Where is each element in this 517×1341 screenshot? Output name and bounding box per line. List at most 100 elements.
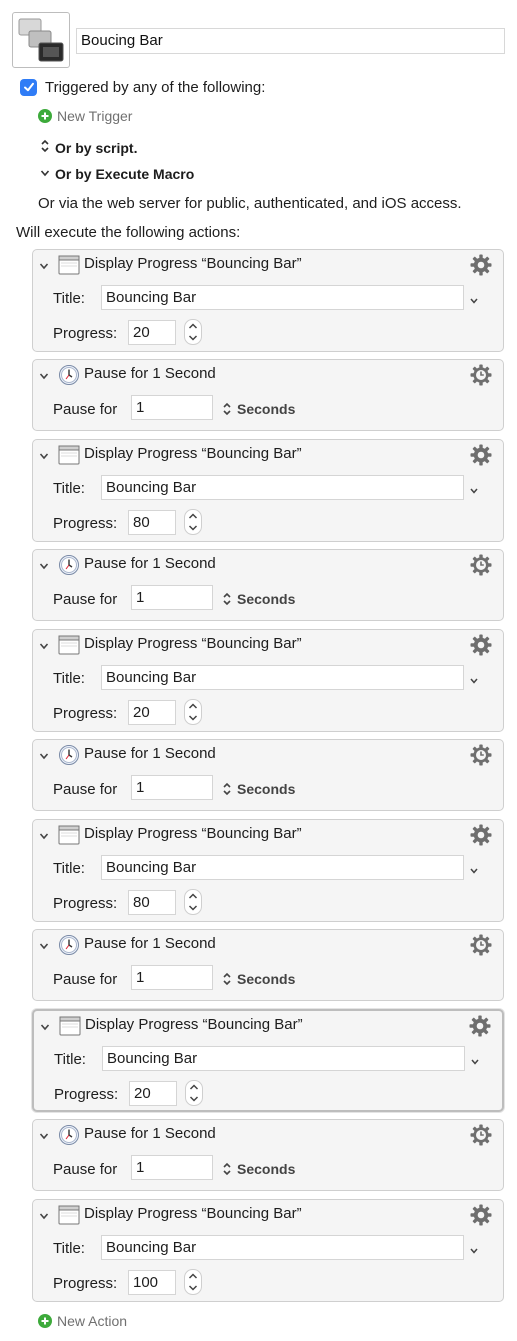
display-progress-action[interactable]: Display Progress “Bouncing Bar” Title: Bou… [32, 819, 504, 922]
seconds-unit-select[interactable]: Seconds [221, 971, 295, 987]
progress-stepper[interactable] [184, 509, 202, 535]
pause-duration-input[interactable]: 1 [131, 965, 213, 990]
updown-chevron-icon [221, 972, 233, 986]
action-header[interactable]: Pause for 1 Second [33, 740, 503, 770]
pause-action[interactable]: Pause for 1 Second Pause for 1 Seconds [32, 1119, 504, 1191]
gear-icon[interactable] [469, 633, 493, 657]
chevron-down-icon[interactable] [39, 448, 49, 460]
pause-duration-input[interactable]: 1 [131, 775, 213, 800]
timer-gear-icon[interactable] [469, 363, 493, 387]
timer-gear-icon[interactable] [469, 553, 493, 577]
action-header[interactable]: Display Progress “Bouncing Bar” [33, 630, 503, 660]
clock-icon [58, 1124, 80, 1146]
chevron-down-icon[interactable] [468, 673, 480, 684]
chevron-down-icon[interactable] [39, 1128, 49, 1140]
clock-icon [58, 554, 80, 576]
timer-gear-icon[interactable] [469, 743, 493, 767]
action-header[interactable]: Display Progress “Bouncing Bar” [33, 250, 503, 280]
macro-name-field[interactable]: Boucing Bar [76, 28, 505, 54]
new-trigger-button[interactable]: New Trigger [38, 108, 132, 124]
chevron-down-icon[interactable] [39, 748, 49, 760]
progress-stepper[interactable] [185, 1080, 203, 1106]
clock-icon [58, 744, 80, 766]
display-progress-action[interactable]: Display Progress “Bouncing Bar” Title: Bou… [32, 249, 504, 352]
or-by-script-label: Or by script. [55, 139, 138, 156]
chevron-down-icon[interactable] [469, 1054, 481, 1065]
macro-icon[interactable] [12, 12, 70, 68]
seconds-unit-select[interactable]: Seconds [221, 591, 295, 607]
triggers-checkbox[interactable] [20, 78, 37, 96]
triggers-checkbox-row[interactable]: Triggered by any of the following: [20, 76, 265, 98]
progress-input[interactable]: 80 [128, 890, 176, 915]
display-progress-action[interactable]: Display Progress “Bouncing Bar” Title: Bou… [32, 629, 504, 732]
progress-input[interactable]: 20 [129, 1081, 177, 1106]
pause-duration-input[interactable]: 1 [131, 1155, 213, 1180]
chevron-down-icon[interactable] [39, 558, 49, 570]
progress-stepper[interactable] [184, 699, 202, 725]
action-header[interactable]: Pause for 1 Second [33, 930, 503, 960]
new-trigger-label: New Trigger [57, 108, 133, 124]
pause-duration-input[interactable]: 1 [131, 395, 213, 420]
pause-for-label: Pause for [53, 591, 118, 608]
chevron-down-icon[interactable] [39, 1208, 49, 1220]
chevron-down-icon[interactable] [468, 1243, 480, 1254]
progress-stepper[interactable] [184, 319, 202, 345]
seconds-unit-select[interactable]: Seconds [221, 781, 295, 797]
action-header[interactable]: Pause for 1 Second [33, 1120, 503, 1150]
title-input[interactable]: Bouncing Bar [101, 475, 464, 500]
pause-duration-input[interactable]: 1 [131, 585, 213, 610]
chevron-down-icon[interactable] [39, 638, 49, 650]
action-title: Display Progress “Bouncing Bar” [84, 445, 302, 462]
or-by-execute-macro-toggle[interactable]: Or by Execute Macro [38, 166, 194, 182]
progress-input[interactable]: 80 [128, 510, 176, 535]
title-input[interactable]: Bouncing Bar [101, 665, 464, 690]
chevron-down-icon[interactable] [468, 483, 480, 494]
pause-action[interactable]: Pause for 1 Second Pause for 1 Seconds [32, 929, 504, 1001]
title-input[interactable]: Bouncing Bar [101, 1235, 464, 1260]
action-header[interactable]: Display Progress “Bouncing Bar” [33, 820, 503, 850]
timer-gear-icon[interactable] [469, 933, 493, 957]
window-icon [58, 444, 80, 466]
chevron-down-icon[interactable] [39, 368, 49, 380]
title-input[interactable]: Bouncing Bar [102, 1046, 465, 1071]
seconds-unit-select[interactable]: Seconds [221, 1161, 295, 1177]
action-header[interactable]: Pause for 1 Second [33, 550, 503, 580]
progress-label: Progress: [53, 1275, 118, 1292]
gear-icon[interactable] [469, 1203, 493, 1227]
title-input[interactable]: Bouncing Bar [101, 855, 464, 880]
action-header[interactable]: Display Progress “Bouncing Bar” [33, 440, 503, 470]
gear-icon[interactable] [469, 443, 493, 467]
chevron-down-icon[interactable] [468, 863, 480, 874]
progress-input[interactable]: 20 [128, 320, 176, 345]
macro-header: Boucing Bar [12, 12, 505, 68]
window-icon [58, 254, 80, 276]
chevron-down-icon[interactable] [40, 1019, 50, 1031]
pause-action[interactable]: Pause for 1 Second Pause for 1 Seconds [32, 359, 504, 431]
action-header[interactable]: Pause for 1 Second [33, 360, 503, 390]
or-by-script-toggle[interactable]: Or by script. [38, 139, 137, 156]
pause-action[interactable]: Pause for 1 Second Pause for 1 Seconds [32, 739, 504, 811]
progress-stepper[interactable] [184, 1269, 202, 1295]
pause-for-label: Pause for [53, 971, 118, 988]
chevron-down-icon[interactable] [468, 293, 480, 304]
progress-input[interactable]: 20 [128, 700, 176, 725]
action-header[interactable]: Display Progress “Bouncing Bar” [33, 1200, 503, 1230]
gear-icon[interactable] [468, 1014, 492, 1038]
action-title: Display Progress “Bouncing Bar” [84, 1205, 302, 1222]
chevron-down-icon[interactable] [39, 828, 49, 840]
gear-icon[interactable] [469, 253, 493, 277]
gear-icon[interactable] [469, 823, 493, 847]
new-action-button[interactable]: New Action [38, 1313, 127, 1329]
chevron-down-icon[interactable] [39, 938, 49, 950]
display-progress-action[interactable]: Display Progress “Bouncing Bar” Title: Bou… [32, 1199, 504, 1302]
timer-gear-icon[interactable] [469, 1123, 493, 1147]
display-progress-action[interactable]: Display Progress “Bouncing Bar” Title: Bou… [32, 1009, 504, 1112]
action-header[interactable]: Display Progress “Bouncing Bar” [34, 1011, 502, 1041]
display-progress-action[interactable]: Display Progress “Bouncing Bar” Title: Bou… [32, 439, 504, 542]
seconds-unit-select[interactable]: Seconds [221, 401, 295, 417]
pause-action[interactable]: Pause for 1 Second Pause for 1 Seconds [32, 549, 504, 621]
progress-input[interactable]: 100 [128, 1270, 176, 1295]
title-input[interactable]: Bouncing Bar [101, 285, 464, 310]
chevron-down-icon[interactable] [39, 258, 49, 270]
progress-stepper[interactable] [184, 889, 202, 915]
